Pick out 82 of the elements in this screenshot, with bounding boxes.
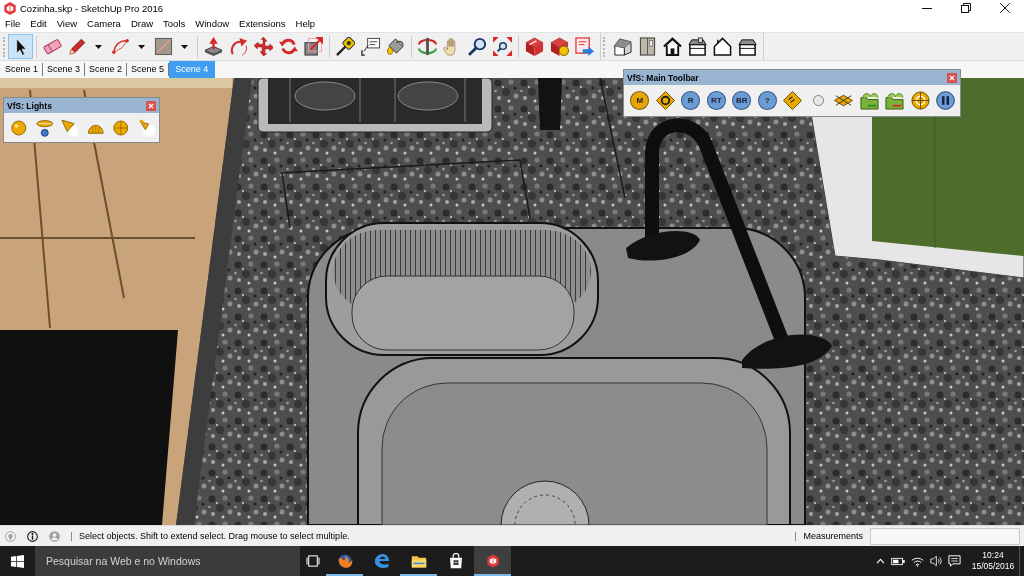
curved-arrow-icon[interactable]	[229, 37, 248, 56]
menu-item[interactable]: Extensions	[234, 17, 291, 31]
clock-time[interactable]: 10:24	[982, 550, 1004, 561]
menu-item[interactable]: Edit	[25, 17, 52, 31]
clock-date[interactable]: 15/05/2016	[971, 561, 1015, 572]
house-flat-icon[interactable]	[738, 37, 757, 56]
menu-item[interactable]: Help	[290, 17, 321, 31]
folder-leaves-icon[interactable]	[885, 91, 905, 110]
caret-icon[interactable]	[181, 44, 188, 49]
pause-icon[interactable]	[936, 91, 956, 110]
faucet-pipe	[538, 78, 562, 130]
scene-tab[interactable]: Scene 3	[43, 63, 86, 76]
menu-item[interactable]: Camera	[82, 17, 126, 31]
windows-logo-icon[interactable]	[11, 554, 24, 568]
menu-item[interactable]: Tools	[158, 17, 191, 31]
box-icon[interactable]	[638, 37, 657, 56]
four-arrows-icon[interactable]	[254, 37, 273, 56]
sphere-icon[interactable]	[10, 118, 28, 137]
measurements-field[interactable]	[870, 527, 1020, 545]
measurements-label: Measurements	[803, 531, 863, 541]
info-icon[interactable]	[27, 530, 38, 542]
lamp-glow-icon[interactable]	[137, 118, 155, 137]
house-outline-icon[interactable]	[713, 37, 732, 56]
task-view-icon[interactable]	[306, 555, 320, 567]
shopping-bag-icon	[447, 553, 464, 569]
document-arrow-icon[interactable]	[575, 37, 594, 56]
magnifier-arrows-icon[interactable]	[493, 37, 512, 56]
close-icon[interactable]	[999, 3, 1010, 13]
paint-bucket-icon[interactable]	[386, 37, 405, 56]
rectangle-icon[interactable]	[154, 37, 173, 56]
circular-arrows-icon[interactable]	[279, 37, 298, 56]
folder-icon	[410, 553, 427, 569]
minimize-icon[interactable]	[921, 7, 932, 9]
menu-item[interactable]: Window	[190, 17, 235, 31]
restore-icon[interactable]	[960, 3, 971, 13]
scene-tab[interactable]: Scene 1	[1, 63, 44, 76]
menu-item[interactable]: Draw	[125, 17, 159, 31]
window-title: Cozinha.skp - SketchUp Pro 2016	[20, 2, 164, 14]
menu-item[interactable]: View	[51, 17, 83, 31]
toolbar-title: VfS: Lights	[7, 100, 52, 111]
caret-icon[interactable]	[138, 44, 145, 49]
caret-up-icon[interactable]	[876, 558, 885, 564]
box-up-arrow-icon[interactable]	[204, 37, 223, 56]
caret-icon[interactable]	[95, 44, 102, 49]
speaker-icon[interactable]	[930, 555, 942, 567]
toolbar-title: VfS: Main Toolbar	[627, 72, 699, 83]
stacked-boxes-icon[interactable]	[525, 37, 544, 56]
taskbar-app-button[interactable]	[474, 546, 511, 576]
house-3d-icon[interactable]	[613, 37, 632, 56]
round-label-button[interactable]: ?	[757, 91, 777, 110]
folder-leaves-icon[interactable]	[859, 91, 879, 110]
arc-icon[interactable]	[111, 37, 130, 56]
box-coin-icon[interactable]	[550, 37, 569, 56]
round-label-button[interactable]: R	[681, 91, 701, 110]
small-sphere-icon[interactable]	[812, 95, 824, 106]
house-front-icon[interactable]	[663, 37, 682, 56]
menu-item[interactable]: File	[0, 17, 26, 31]
scene-tab[interactable]: Scene 2	[85, 63, 128, 76]
target-icon[interactable]	[910, 91, 930, 110]
round-label-button[interactable]: BR	[732, 91, 752, 110]
box-diagonal-arrow-icon[interactable]	[304, 37, 323, 56]
e-logo-icon	[373, 553, 390, 569]
wifi-icon[interactable]	[911, 555, 924, 567]
status-message: Select objects. Shift to extend select. Drag mouse to select multiple.	[79, 531, 350, 541]
notification-icon[interactable]	[948, 555, 961, 567]
house-chimney-icon[interactable]	[688, 37, 707, 56]
tape-measure-icon[interactable]	[336, 37, 355, 56]
orbit-arrows-icon[interactable]	[418, 37, 437, 56]
magnifier-icon[interactable]	[468, 37, 487, 56]
round-label-button[interactable]: M	[630, 91, 650, 110]
cone-glow-icon[interactable]	[61, 118, 79, 137]
diamond-tag-icon[interactable]	[783, 91, 803, 110]
disc-ball-icon[interactable]	[35, 118, 53, 137]
text-label-icon[interactable]	[361, 37, 380, 56]
striped-sphere-icon[interactable]	[112, 118, 130, 137]
fox-globe-icon	[336, 553, 353, 569]
search-field[interactable]: Pesquisar na Web e no Windows	[35, 546, 300, 576]
cube-logo-icon	[484, 553, 501, 569]
battery-icon[interactable]	[891, 556, 905, 566]
round-label-button[interactable]: RT	[706, 91, 726, 110]
diamond-ring-icon[interactable]	[655, 91, 675, 110]
pencil-icon[interactable]	[68, 37, 87, 56]
